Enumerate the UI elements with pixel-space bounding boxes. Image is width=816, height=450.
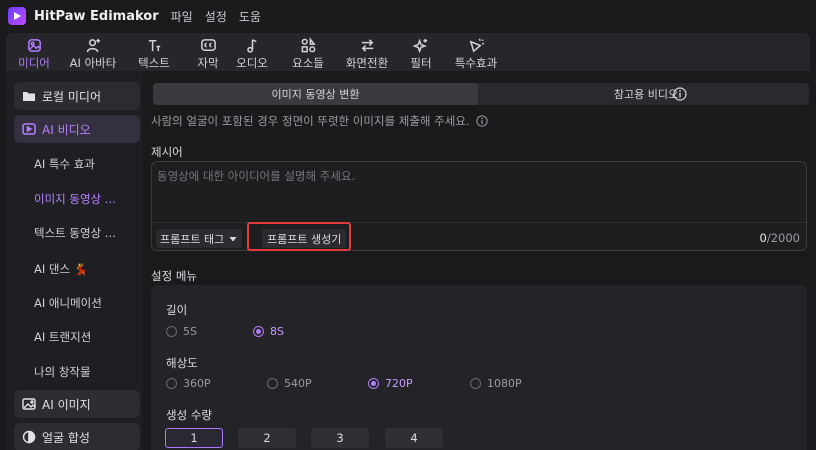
resolution-option-540p[interactable]: 540P: [267, 377, 312, 390]
resolution-option-360p[interactable]: 360P: [166, 377, 211, 390]
sidebar-sub-image-to-video[interactable]: 이미지 동영상 ...: [34, 191, 116, 207]
radio-selected-icon: [368, 378, 379, 389]
mode-tabs: 이미지 동영상 변환 참고용 비디오: [153, 83, 809, 105]
avatar-icon: [84, 36, 102, 54]
radio-icon: [166, 326, 177, 337]
tool-subtitle[interactable]: 자막: [188, 33, 228, 71]
quantity-option-3[interactable]: 3: [311, 428, 369, 448]
effects-icon: [467, 36, 485, 54]
quantity-option-1[interactable]: 1: [165, 428, 223, 448]
elements-icon: [299, 36, 317, 54]
sidebar: 로컬 미디어 AI 비디오 AI 특수 효과 이미지 동영상 ... 텍스트 동…: [6, 71, 143, 450]
sidebar-sub-ai-effects[interactable]: AI 특수 효과: [34, 156, 95, 172]
sidebar-sub-ai-transition[interactable]: AI 트랜지션: [34, 329, 91, 345]
resolution-option-720p[interactable]: 720P: [368, 377, 413, 390]
sidebar-item-ai-image[interactable]: AI 이미지: [14, 390, 140, 418]
image-icon: [22, 397, 36, 411]
tool-label: 자막: [197, 56, 219, 70]
prompt-tag-button[interactable]: 프롬프트 태그: [156, 229, 243, 248]
sidebar-sub-my-creations[interactable]: 나의 창작물: [34, 364, 91, 380]
subtitle-icon: [199, 36, 217, 54]
tab-reference-video[interactable]: 참고용 비디오: [483, 83, 809, 105]
menu-file[interactable]: 파일: [171, 8, 193, 25]
radio-icon: [166, 378, 177, 389]
title-bar: HitPaw Edimakor 파일 설정 도움: [0, 0, 816, 32]
menu-settings[interactable]: 설정: [205, 8, 227, 25]
prompt-label: 제시어: [151, 145, 183, 159]
info-icon[interactable]: [475, 115, 488, 127]
tool-label: 미디어: [18, 56, 50, 70]
menu-help[interactable]: 도움: [239, 8, 261, 25]
tool-label: AI 아바타: [69, 56, 117, 70]
settings-label: 설정 메뉴: [151, 269, 197, 283]
sidebar-item-local-media[interactable]: 로컬 미디어: [14, 82, 140, 110]
sidebar-item-face-swap[interactable]: 얼굴 합성: [14, 423, 140, 450]
tool-elements[interactable]: 요소들: [288, 33, 328, 71]
tool-label: 필터: [410, 56, 432, 70]
radio-icon: [470, 378, 481, 389]
upload-hint: 사람의 얼굴이 포함된 경우 정면이 뚜렷한 이미지를 제출해 주세요.: [151, 113, 488, 129]
info-icon[interactable]: [673, 87, 687, 101]
tool-label: 화면전환: [345, 56, 389, 70]
sidebar-sub-ai-animation[interactable]: AI 애니메이션: [34, 295, 102, 311]
transition-icon: [358, 36, 376, 54]
quantity-option-2[interactable]: 2: [238, 428, 296, 448]
app-logo-icon: [8, 7, 26, 25]
main-toolbar: 미디어 AI 아바타 텍스트 자막 오디오 요소들 화면전환 필터 특수효과: [6, 33, 810, 71]
tool-label: 요소들: [292, 56, 324, 70]
sidebar-item-label: 로컬 미디어: [42, 89, 102, 104]
hint-text: 사람의 얼굴이 포함된 경우 정면이 뚜렷한 이미지를 제출해 주세요.: [151, 114, 470, 128]
highlight-box: [247, 222, 351, 251]
tool-ai-avatar[interactable]: AI 아바타: [64, 33, 122, 71]
folder-icon: [22, 89, 36, 103]
caret-down-icon: [229, 236, 237, 241]
settings-panel: 길이 5S 8S 해상도 360P 540P 720P 1080P 생성 수량 …: [151, 285, 807, 450]
tool-audio[interactable]: 오디오: [232, 33, 272, 71]
video-play-icon: [22, 122, 36, 136]
app-title: HitPaw Edimakor: [34, 8, 159, 24]
media-icon: [25, 36, 43, 54]
sidebar-item-ai-video[interactable]: AI 비디오: [14, 115, 140, 143]
radio-icon: [267, 378, 278, 389]
sidebar-item-label: AI 이미지: [42, 397, 91, 412]
filter-icon: [412, 36, 430, 54]
resolution-option-1080p[interactable]: 1080P: [470, 377, 522, 390]
sidebar-item-label: AI 비디오: [42, 122, 91, 137]
tool-transition[interactable]: 화면전환: [342, 33, 392, 71]
tab-label: 참고용 비디오: [613, 88, 679, 101]
length-option-5s[interactable]: 5S: [166, 325, 197, 338]
quantity-label: 생성 수량: [166, 408, 212, 422]
sidebar-sub-ai-dance[interactable]: AI 댄스 💃: [34, 261, 88, 277]
button-label: 프롬프트 태그: [160, 232, 225, 246]
length-option-8s[interactable]: 8S: [253, 325, 284, 338]
tab-image-to-video[interactable]: 이미지 동영상 변환: [153, 83, 478, 105]
sidebar-sub-text-to-video[interactable]: 텍스트 동영상 ...: [34, 225, 116, 241]
quantity-option-4[interactable]: 4: [385, 428, 443, 448]
tool-filter[interactable]: 필터: [406, 33, 436, 71]
tool-text[interactable]: 텍스트: [134, 33, 174, 71]
face-swap-icon: [22, 430, 36, 444]
char-counter: 0/2000: [759, 231, 800, 245]
tool-label: 오디오: [236, 56, 268, 70]
resolution-label: 해상도: [166, 356, 198, 370]
tool-media[interactable]: 미디어: [14, 33, 54, 71]
music-icon: [243, 36, 261, 54]
prompt-placeholder: 동영상에 대한 아이디어를 설명해 주세요.: [157, 169, 356, 183]
length-label: 길이: [166, 303, 188, 317]
tool-label: 특수효과: [454, 56, 498, 70]
sidebar-item-label: 얼굴 합성: [42, 430, 90, 445]
tool-effects[interactable]: 특수효과: [450, 33, 502, 71]
tool-label: 텍스트: [138, 56, 170, 70]
text-icon: [145, 36, 163, 54]
radio-selected-icon: [253, 326, 264, 337]
main-panel: 이미지 동영상 변환 참고용 비디오 사람의 얼굴이 포함된 경우 정면이 뚜렷…: [143, 71, 816, 450]
